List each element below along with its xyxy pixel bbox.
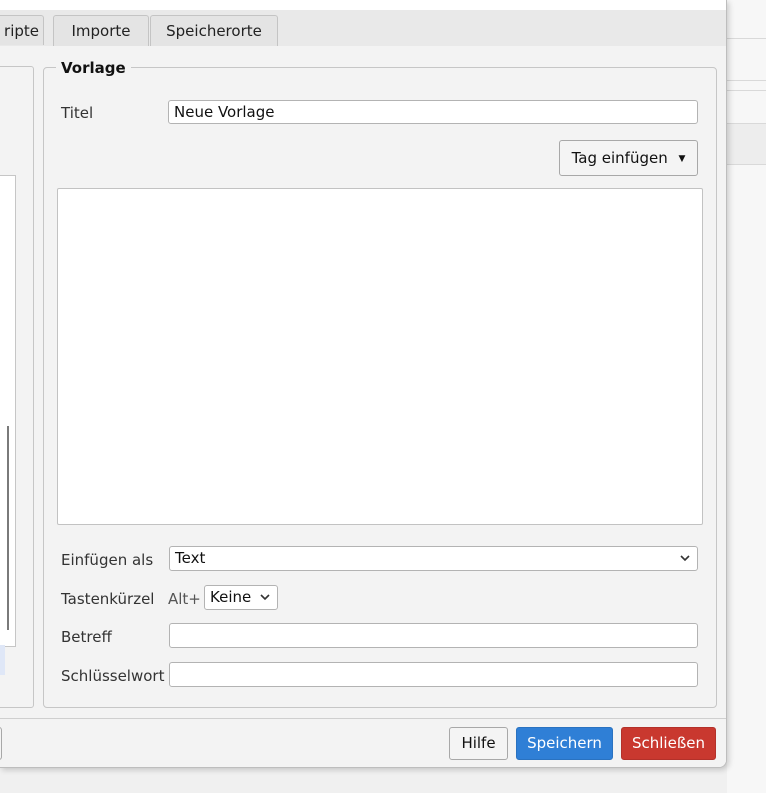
insert-as-select[interactable]: Text [169,546,698,571]
template-dialog: ripte Importe Speicherorte Vorlage Titel… [0,0,727,768]
dropdown-arrow-icon: ▼ [678,154,686,164]
left-footer-button[interactable] [0,727,2,760]
save-button[interactable]: Speichern [516,727,613,760]
selected-list-item[interactable] [0,645,5,675]
chevron-down-icon [680,555,690,562]
tab-content: Vorlage Titel Neue Vorlage Tag einfügen … [0,46,726,718]
background-divider [727,80,766,81]
insert-as-label: Einfügen als [61,551,154,569]
background-divider [727,90,766,91]
insert-tag-button[interactable]: Tag einfügen ▼ [559,140,698,176]
chevron-down-icon [260,594,270,601]
background-divider [727,38,766,39]
help-button[interactable]: Hilfe [449,727,508,760]
shortcut-select[interactable]: Keine [204,585,278,610]
background-row [727,123,766,165]
shortcut-label: Tastenkürzel [61,590,155,608]
shortcut-prefix: Alt+ [168,590,201,608]
keyword-input[interactable] [169,662,698,687]
insert-tag-label: Tag einfügen [571,149,668,167]
title-label: Titel [61,104,94,122]
tab-speicherorte[interactable]: Speicherorte [150,15,278,46]
background-window [727,0,766,793]
dialog-footer: Hilfe Speichern Schließen [0,718,726,767]
title-bar [0,0,726,10]
template-group: Vorlage Titel Neue Vorlage Tag einfügen … [43,59,717,708]
tab-skripte[interactable]: ripte [0,15,44,45]
title-input[interactable]: Neue Vorlage [168,100,698,124]
close-button[interactable]: Schließen [621,727,716,760]
list-scrollbar[interactable] [7,426,9,630]
subject-input[interactable] [169,623,698,648]
template-body-textarea[interactable] [57,188,703,525]
group-legend: Vorlage [56,59,131,77]
keyword-label: Schlüsselwort [61,667,165,685]
tab-importe[interactable]: Importe [53,15,149,46]
tab-bar: ripte Importe Speicherorte [0,10,726,47]
subject-label: Betreff [61,628,112,646]
shortcut-value: Keine [210,588,252,606]
insert-as-value: Text [175,549,206,567]
